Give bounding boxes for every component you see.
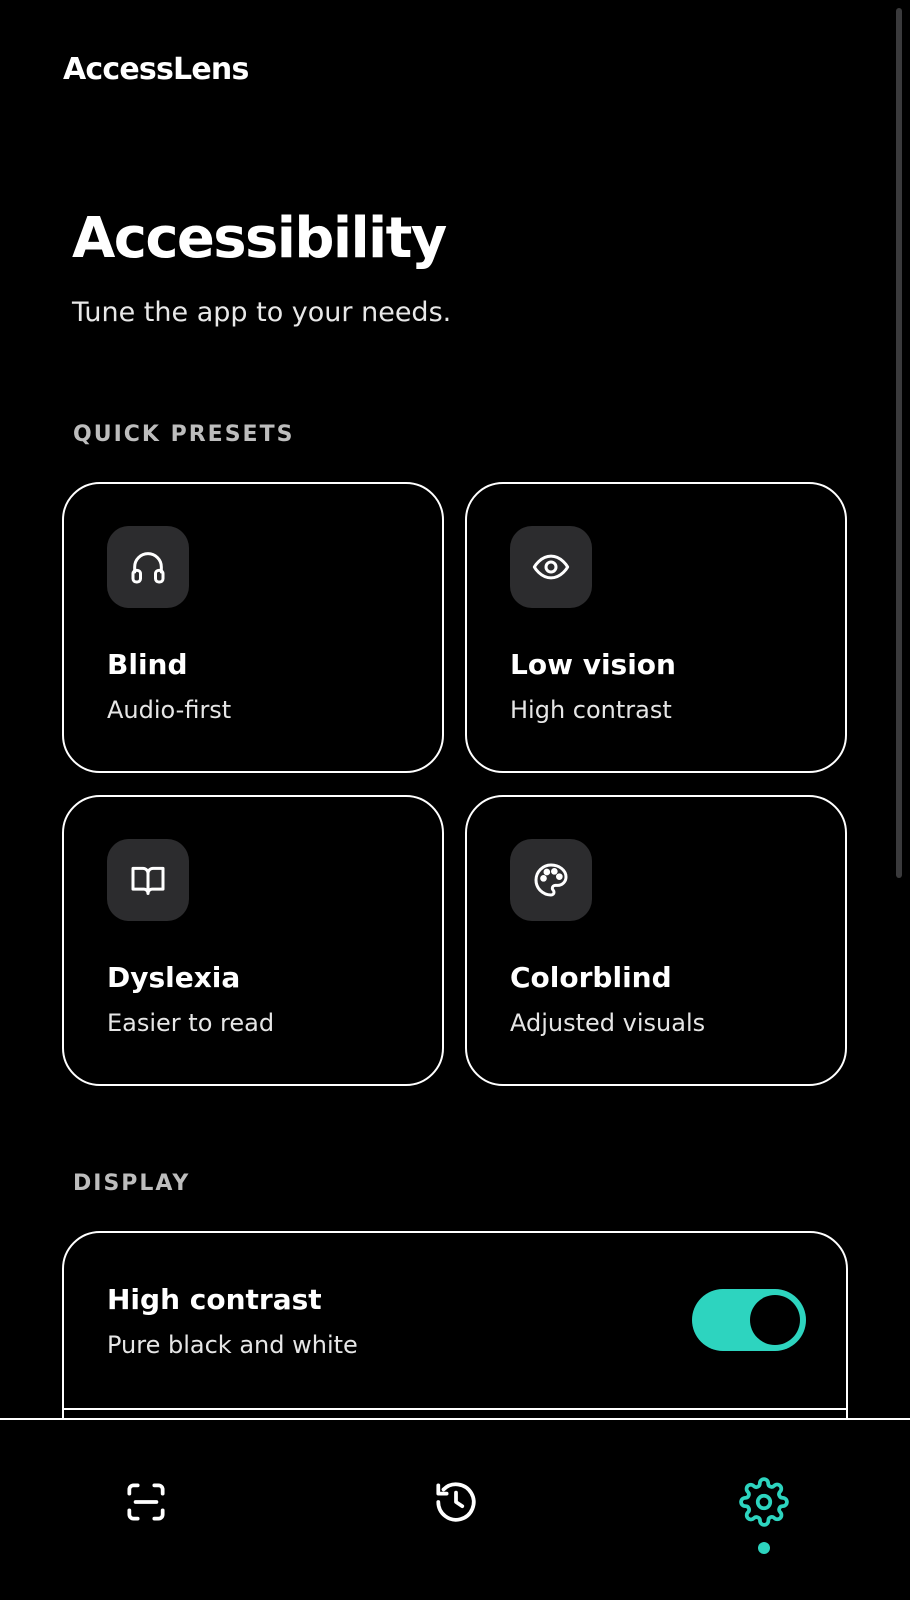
high-contrast-toggle[interactable] (692, 1289, 806, 1351)
scan-icon (127, 1483, 165, 1521)
preset-title: Blind (107, 648, 188, 681)
preset-subtitle: Easier to read (107, 1009, 275, 1037)
nav-scan-button[interactable] (106, 1462, 186, 1542)
accessibility-screen: AccessLens Accessibility Tune the app to… (0, 0, 910, 1600)
nav-settings-button[interactable] (724, 1462, 804, 1542)
page-title: Accessibility (72, 206, 447, 271)
preset-subtitle: Audio-first (107, 696, 232, 724)
quick-presets-label: QUICK PRESETS (73, 422, 295, 447)
bottom-nav (0, 1418, 910, 1600)
preset-card-low-vision[interactable]: Low vision High contrast (465, 482, 847, 773)
history-icon (436, 1482, 476, 1522)
app-brand: AccessLens (63, 52, 249, 87)
preset-title: Low vision (510, 648, 676, 681)
preset-title: Colorblind (510, 961, 672, 994)
preset-card-blind[interactable]: Blind Audio-first (62, 482, 444, 773)
eye-icon (510, 526, 592, 608)
page-subtitle: Tune the app to your needs. (72, 297, 452, 328)
toggle-knob (750, 1295, 800, 1345)
gear-icon (739, 1477, 789, 1527)
headphones-icon (107, 526, 189, 608)
preset-card-dyslexia[interactable]: Dyslexia Easier to read (62, 795, 444, 1086)
preset-subtitle: High contrast (510, 696, 672, 724)
setting-title: High contrast (107, 1283, 322, 1316)
row-divider (64, 1408, 846, 1410)
active-tab-indicator (758, 1542, 770, 1554)
preset-subtitle: Adjusted visuals (510, 1009, 706, 1037)
setting-row-high-contrast[interactable]: High contrast Pure black and white (64, 1233, 846, 1408)
preset-title: Dyslexia (107, 961, 241, 994)
nav-history-button[interactable] (416, 1462, 496, 1542)
preset-card-colorblind[interactable]: Colorblind Adjusted visuals (465, 795, 847, 1086)
palette-icon (510, 839, 592, 921)
book-icon (107, 839, 189, 921)
scrollbar[interactable] (896, 8, 902, 878)
display-label: DISPLAY (73, 1171, 191, 1196)
setting-subtitle: Pure black and white (107, 1331, 358, 1359)
